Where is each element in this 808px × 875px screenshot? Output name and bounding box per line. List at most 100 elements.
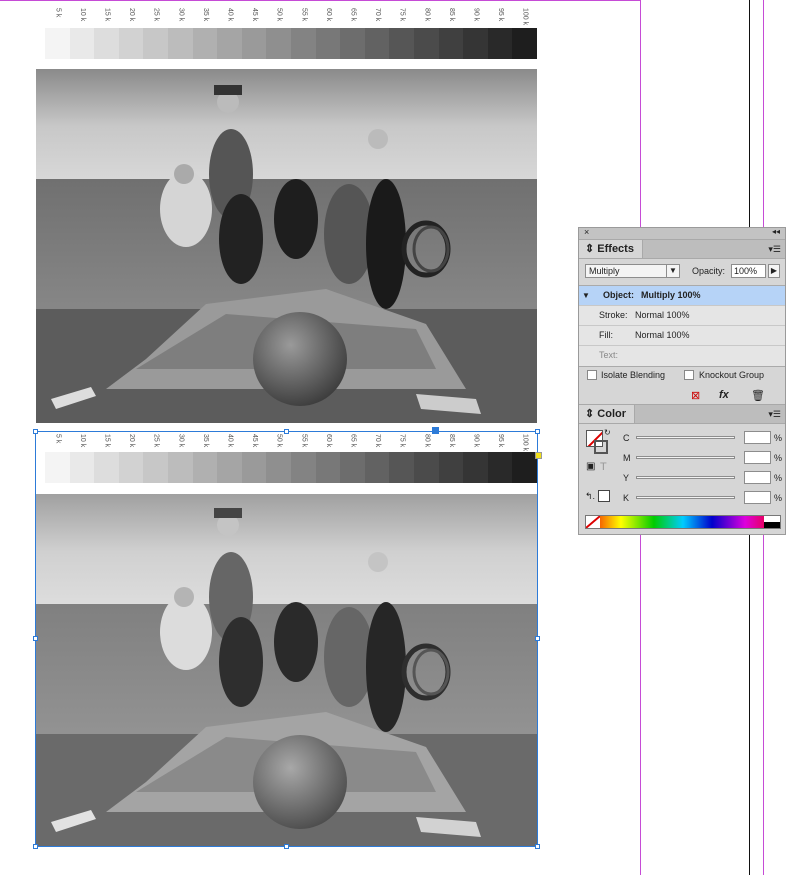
knockout-group-label: Knockout Group <box>699 370 765 380</box>
scale-tick-label: 85 k <box>447 8 455 22</box>
gray-step-swatch <box>118 28 144 59</box>
expand-icon: ⇕ <box>585 243 595 255</box>
gray-step-swatch <box>94 28 119 59</box>
blend-mode-value: Multiply <box>589 266 620 276</box>
gray-scale-labels-top: 5 k 10 k 15 k 20 k 25 k 30 k 35 k 40 k 45 k 50 k 5… <box>45 8 537 30</box>
k-unit: % <box>774 493 783 503</box>
photo-top[interactable] <box>36 69 537 423</box>
expand-icon: ⇕ <box>585 408 595 420</box>
scale-tick-label: 60 k <box>324 8 332 22</box>
isolate-blending-label: Isolate Blending <box>601 370 666 380</box>
resize-handle-br[interactable] <box>535 844 540 849</box>
opacity-label: Opacity: <box>692 266 726 276</box>
last-color-icon[interactable]: ↰. <box>585 491 595 502</box>
c-slider[interactable] <box>636 436 735 439</box>
row-value: Normal 100% <box>635 310 690 320</box>
panel-title-bar[interactable]: × ◂◂ <box>579 227 785 240</box>
gray-step-swatch <box>340 28 365 59</box>
collapse-icon[interactable]: ◂◂ <box>772 227 780 236</box>
stroke-swatch[interactable] <box>594 440 608 454</box>
white-swatch[interactable] <box>598 490 610 502</box>
fx-icon[interactable]: fx <box>719 389 729 401</box>
k-input[interactable] <box>744 491 771 504</box>
opacity-input[interactable]: 100% <box>731 264 766 278</box>
tab-effects[interactable]: ⇕ Effects <box>579 240 643 258</box>
row-label: Stroke: <box>599 310 628 320</box>
gray-scale-bar-top <box>45 28 537 59</box>
none-swatch[interactable] <box>586 516 600 528</box>
resize-handle-tr[interactable] <box>535 429 540 434</box>
y-slider[interactable] <box>636 476 735 479</box>
gray-step-swatch <box>315 28 341 59</box>
opacity-slider-arrow[interactable]: ▶ <box>768 264 780 278</box>
row-label: Object: <box>603 290 635 300</box>
m-input[interactable] <box>744 451 771 464</box>
scale-tick-label: 10 k <box>78 8 86 22</box>
resize-handle-bl[interactable] <box>33 844 38 849</box>
trash-icon[interactable]: 🗑 <box>751 389 765 402</box>
m-label: M <box>623 453 631 463</box>
scale-tick-label: 90 k <box>472 8 480 22</box>
gray-step-swatch <box>241 28 267 59</box>
effects-row-object[interactable]: ▼ Object: Multiply 100% <box>579 286 785 306</box>
m-slider[interactable] <box>636 456 735 459</box>
scale-tick-label: 75 k <box>398 8 406 22</box>
gray-step-swatch <box>192 28 218 59</box>
scale-tick-label: 65 k <box>349 8 357 22</box>
gray-step-swatch <box>290 28 316 59</box>
resize-handle-ml[interactable] <box>33 636 38 641</box>
row-label: Fill: <box>599 330 613 340</box>
color-spectrum-ramp[interactable] <box>585 515 781 529</box>
knockout-group-checkbox[interactable] <box>684 370 694 380</box>
gray-step-swatch <box>438 28 464 59</box>
formatting-text-icon[interactable]: T <box>600 461 607 473</box>
resize-handle-bm[interactable] <box>284 844 289 849</box>
gray-step-swatch <box>487 28 513 59</box>
c-unit: % <box>774 433 783 443</box>
gray-step-swatch <box>266 28 291 59</box>
scale-tick-label: 25 k <box>152 8 160 22</box>
gray-step-swatch <box>167 28 193 59</box>
effects-row-stroke[interactable]: Stroke: Normal 100% <box>579 306 785 326</box>
gray-step-swatch <box>69 28 95 59</box>
clear-effects-icon[interactable]: ⊠ <box>691 389 700 402</box>
y-input[interactable] <box>744 471 771 484</box>
tab-color[interactable]: ⇕ Color <box>579 405 636 423</box>
resize-handle-mr[interactable] <box>535 636 540 641</box>
close-icon[interactable]: × <box>584 227 589 237</box>
swap-icon[interactable]: ↻ <box>604 428 611 437</box>
effects-row-text[interactable]: Text: <box>579 346 785 365</box>
disclosure-triangle-icon[interactable]: ▼ <box>582 286 590 305</box>
chevron-down-icon: ▼ <box>666 265 679 277</box>
effects-target-list: ▼ Object: Multiply 100% Stroke: Normal 1… <box>579 285 785 367</box>
row-value: Multiply 100% <box>641 290 701 300</box>
k-slider[interactable] <box>636 496 735 499</box>
scale-tick-label: 35 k <box>201 8 209 22</box>
effects-row-fill[interactable]: Fill: Normal 100% <box>579 326 785 346</box>
selection-frame[interactable] <box>35 431 538 847</box>
resize-handle-tm[interactable] <box>284 429 289 434</box>
isolate-blending-checkbox[interactable] <box>587 370 597 380</box>
effects-tab-row: ⇕ Effects ▾☰ <box>579 240 785 259</box>
out-port-icon[interactable] <box>535 452 542 459</box>
y-unit: % <box>774 473 783 483</box>
scale-tick-label: 100 k <box>521 8 529 26</box>
scale-tick-label: 15 k <box>103 8 111 22</box>
row-value: Normal 100% <box>635 330 690 340</box>
content-grabber-icon[interactable] <box>432 427 439 434</box>
formatting-container-icon[interactable]: ▣ <box>586 461 595 472</box>
c-input[interactable] <box>744 431 771 444</box>
panel-menu-icon[interactable]: ▾☰ <box>768 409 781 420</box>
gray-step-swatch <box>512 28 537 59</box>
blend-mode-select[interactable]: Multiply ▼ <box>585 264 680 278</box>
gray-step-swatch <box>45 28 70 59</box>
scale-tick-label: 45 k <box>251 8 259 22</box>
scale-tick-label: 20 k <box>128 8 136 22</box>
gray-step-swatch <box>463 28 488 59</box>
resize-handle-tl[interactable] <box>33 429 38 434</box>
scale-tick-label: 55 k <box>300 8 308 22</box>
color-title: Color <box>597 408 627 420</box>
panel-menu-icon[interactable]: ▾☰ <box>768 244 781 255</box>
gray-step-swatch <box>143 28 168 59</box>
white-black-swatch[interactable] <box>764 516 780 528</box>
